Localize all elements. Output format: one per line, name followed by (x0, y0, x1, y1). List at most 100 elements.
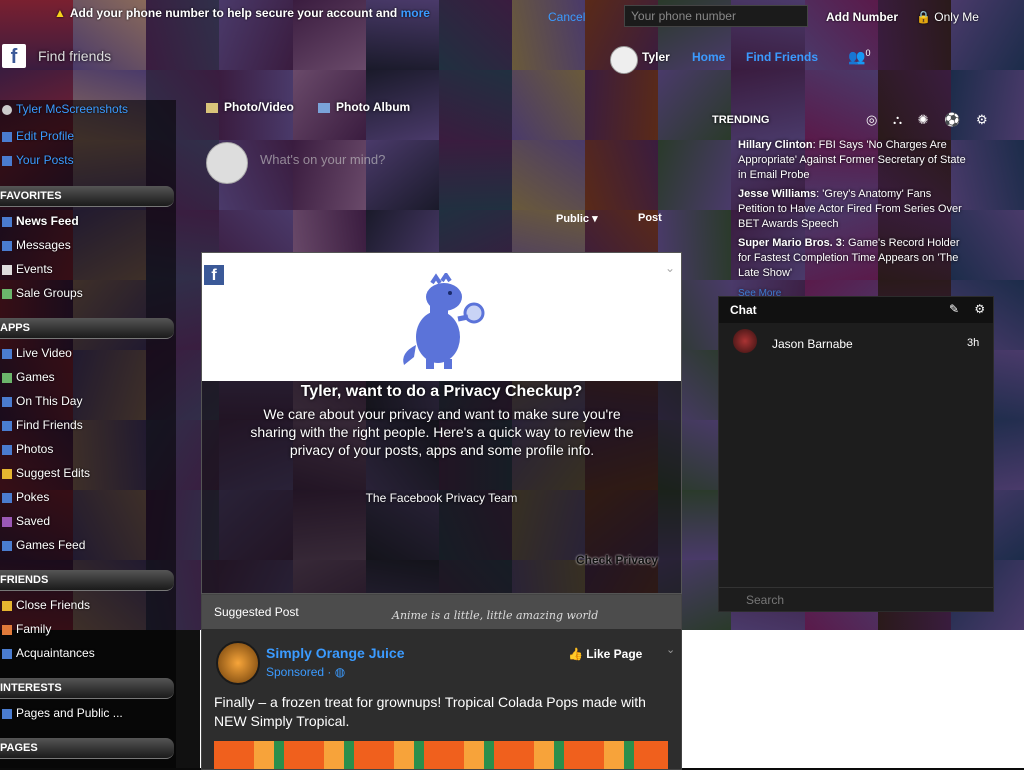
sidebar-item-pokes[interactable]: Pokes (0, 488, 49, 506)
sidebar-item-saved[interactable]: Saved (0, 512, 50, 530)
photo-album-button[interactable]: Photo Album (318, 100, 410, 114)
notice-more-link[interactable]: more (401, 6, 430, 20)
sidebar-item-on-this-day[interactable]: On This Day (0, 392, 82, 410)
games-feed-icon (2, 540, 12, 551)
sidebar-edit-profile[interactable]: Edit Profile (0, 127, 74, 145)
phone-number-input[interactable]: Your phone number (624, 5, 808, 27)
collage-tile (365, 140, 439, 210)
trending-item[interactable]: Hillary Clinton: FBI Says 'No Charges Ar… (738, 138, 968, 183)
collage-tile (585, 70, 659, 140)
friends-header: FRIENDS (0, 570, 174, 591)
on-this-day-icon (2, 396, 12, 407)
live-video-icon (2, 348, 12, 359)
cancel-link[interactable]: Cancel (548, 10, 585, 24)
sidebar-item-pages-public[interactable]: Pages and Public ... (0, 704, 123, 722)
collage-tile (950, 70, 1024, 140)
photo-video-button[interactable]: Photo/Video (206, 100, 294, 114)
photos-icon (2, 444, 12, 455)
sidebar-item-find-friends[interactable]: Find Friends (0, 416, 83, 434)
collage-tile (658, 70, 732, 140)
collage-tile (438, 0, 512, 70)
facebook-logo-icon[interactable]: f (2, 44, 26, 68)
bookmark-icon (2, 516, 12, 527)
like-page-button[interactable]: 👍 Like Page (568, 647, 642, 661)
globe-icon: ◍ (334, 665, 346, 679)
post-text: Finally – a frozen treat for grownups! T… (214, 694, 646, 729)
chevron-down-icon[interactable]: ⌄ (666, 643, 675, 656)
interests-header: INTERESTS (0, 678, 174, 699)
chevron-down-icon[interactable]: ⌄ (665, 261, 675, 275)
collage-tile (731, 70, 805, 140)
trending-category-icons[interactable]: ◎ ⛬ ✺ ⚽ ⚙ (866, 112, 994, 128)
star-icon (2, 600, 12, 611)
favorites-header: FAVORITES (0, 186, 174, 207)
privacy-checkup-body: We care about your privacy and want to m… (250, 406, 634, 458)
edit-icon (2, 131, 12, 142)
privacy-dinosaur-icon (403, 273, 485, 369)
find-friends-link[interactable]: Find Friends (746, 50, 818, 64)
posts-icon (2, 155, 12, 166)
chat-contact-name[interactable]: Jason Barnabe (772, 337, 853, 351)
chat-settings-icon[interactable]: ✎ ⚙ (949, 302, 991, 316)
privacy-checkup-title: Tyler, want to do a Privacy Checkup? (300, 383, 583, 400)
sidebar-item-messages[interactable]: Messages (0, 236, 71, 254)
calendar-icon (2, 264, 12, 275)
sponsored-label[interactable]: Sponsored · ◍ (266, 665, 345, 679)
privacy-selector[interactable]: 🔒 Only Me (916, 10, 979, 24)
home-link[interactable]: Home (692, 50, 725, 64)
pencil-icon (2, 468, 12, 479)
post-image[interactable] (214, 741, 668, 769)
avatar[interactable] (610, 46, 638, 74)
sidebar-profile[interactable]: Tyler McScreenshots (0, 100, 128, 118)
sidebar-item-photos[interactable]: Photos (0, 440, 53, 458)
friend-requests-icon[interactable]: 👥0 (848, 48, 872, 66)
sidebar-your-posts[interactable]: Your Posts (0, 151, 74, 169)
friend-requests-count: 0 (865, 48, 871, 58)
phone-notice-text: Add your phone number to help secure you… (69, 6, 398, 20)
sidebar-item-games[interactable]: Games (0, 368, 55, 386)
page-logo[interactable] (216, 641, 260, 685)
trending-title: TRENDING (712, 114, 770, 126)
sidebar-item-news-feed[interactable]: News Feed (0, 212, 79, 230)
status-input[interactable]: What's on your mind? (260, 152, 385, 167)
sale-groups-icon (2, 288, 12, 299)
pages-icon (2, 708, 12, 719)
collage-tile (877, 70, 951, 140)
trending-item[interactable]: Jesse Williams: 'Grey's Anatomy' Fans Pe… (738, 187, 968, 232)
news-feed-icon (2, 216, 12, 227)
page-name-link[interactable]: Simply Orange Juice (266, 645, 405, 661)
chat-title: Chat (730, 303, 757, 317)
sidebar-item-live-video[interactable]: Live Video (0, 344, 72, 362)
sidebar-item-suggest-edits[interactable]: Suggest Edits (0, 464, 90, 482)
search-input[interactable]: Find friends (38, 48, 111, 64)
photo-icon (206, 102, 218, 113)
check-privacy-button[interactable]: Check Privacy (576, 553, 658, 567)
sidebar-item-close-friends[interactable]: Close Friends (0, 596, 90, 614)
trending-item[interactable]: Super Mario Bros. 3: Game's Record Holde… (738, 236, 968, 281)
add-number-button[interactable]: Add Number (826, 10, 898, 24)
user-icon (2, 104, 12, 115)
thumbs-up-icon: 👍 (568, 647, 583, 661)
sidebar-item-games-feed[interactable]: Games Feed (0, 536, 85, 554)
sidebar-item-acquaintances[interactable]: Acquaintances (0, 644, 95, 662)
collage-tile (438, 70, 512, 140)
facebook-logo-icon: f (204, 265, 224, 285)
family-icon (2, 624, 12, 635)
sidebar-item-events[interactable]: Events (0, 260, 53, 278)
find-friends-icon (2, 420, 12, 431)
avatar[interactable] (733, 329, 757, 353)
chat-search-input[interactable]: Search (719, 587, 993, 611)
collage-tile (512, 70, 586, 140)
collage-tile (585, 140, 659, 210)
privacy-label: Only Me (934, 10, 979, 24)
collage-tile (804, 70, 878, 140)
sidebar-item-family[interactable]: Family (0, 620, 51, 638)
post-button[interactable]: Post (638, 212, 662, 224)
messages-icon (2, 240, 12, 251)
privacy-checkup-signature: The Facebook Privacy Team (365, 491, 518, 505)
collage-tile (438, 140, 512, 210)
audience-selector[interactable]: Public ▾ (556, 212, 598, 225)
collage-tile (292, 140, 366, 210)
profile-link[interactable]: Tyler (642, 50, 670, 64)
sidebar-item-sale-groups[interactable]: Sale Groups (0, 284, 83, 302)
